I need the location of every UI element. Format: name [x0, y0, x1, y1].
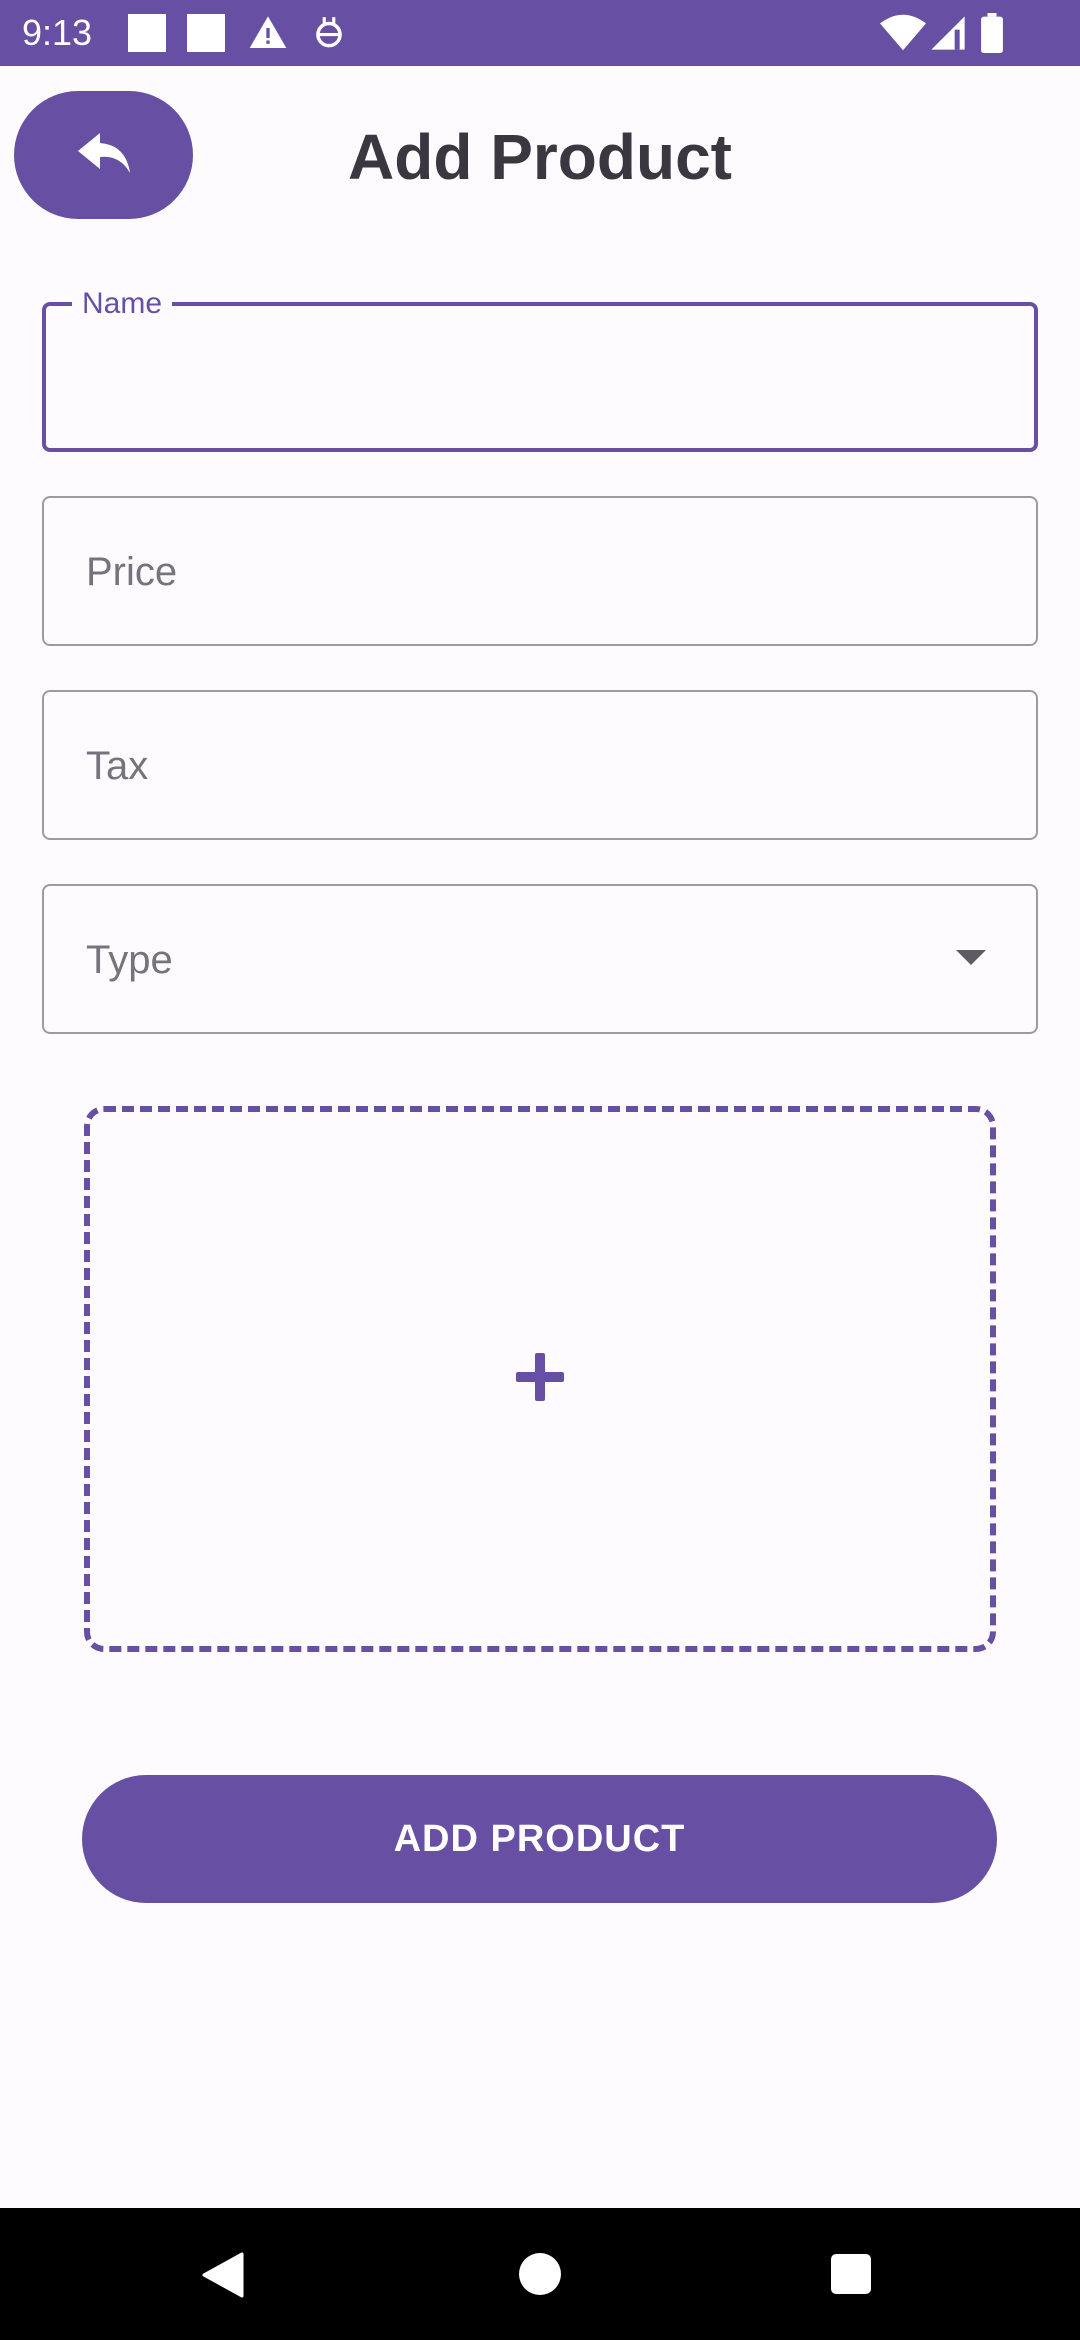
battery-icon: [980, 13, 1004, 58]
recents-square-icon[interactable]: [829, 2252, 873, 2301]
price-field[interactable]: Price: [42, 496, 1038, 646]
price-placeholder: Price: [86, 550, 178, 594]
add-product-button[interactable]: ADD PRODUCT: [82, 1775, 997, 1903]
tax-placeholder: Tax: [86, 744, 149, 788]
plus-icon: [514, 1351, 566, 1408]
page-title: Add Product: [348, 121, 732, 193]
robot-icon: [310, 13, 348, 58]
back-triangle-icon[interactable]: [202, 2252, 244, 2303]
type-dropdown[interactable]: Type: [42, 884, 1038, 1034]
reply-arrow-icon: [76, 130, 132, 181]
name-field[interactable]: Name: [42, 284, 1038, 452]
name-input[interactable]: [86, 346, 986, 416]
warning-icon: [248, 13, 288, 58]
status-bar: 9:13: [0, 0, 1080, 66]
wifi-icon: [880, 13, 926, 58]
home-circle-icon[interactable]: [518, 2252, 562, 2301]
status-time: 9:13: [22, 12, 93, 53]
back-button[interactable]: [14, 91, 193, 219]
add-product-screen: 9:13 Add Product Name Price Tax Type ADD…: [0, 0, 1080, 2340]
name-field-label: Name: [72, 284, 173, 324]
tax-field[interactable]: Tax: [42, 690, 1038, 840]
navigation-bar: [0, 2208, 1080, 2340]
dropdown-arrow-icon[interactable]: [956, 950, 986, 965]
image-picker[interactable]: [84, 1106, 996, 1652]
type-placeholder: Type: [86, 938, 173, 982]
signal-icon: [928, 13, 968, 58]
square-notification-icon: [187, 14, 225, 52]
square-notification-icon: [128, 14, 166, 52]
